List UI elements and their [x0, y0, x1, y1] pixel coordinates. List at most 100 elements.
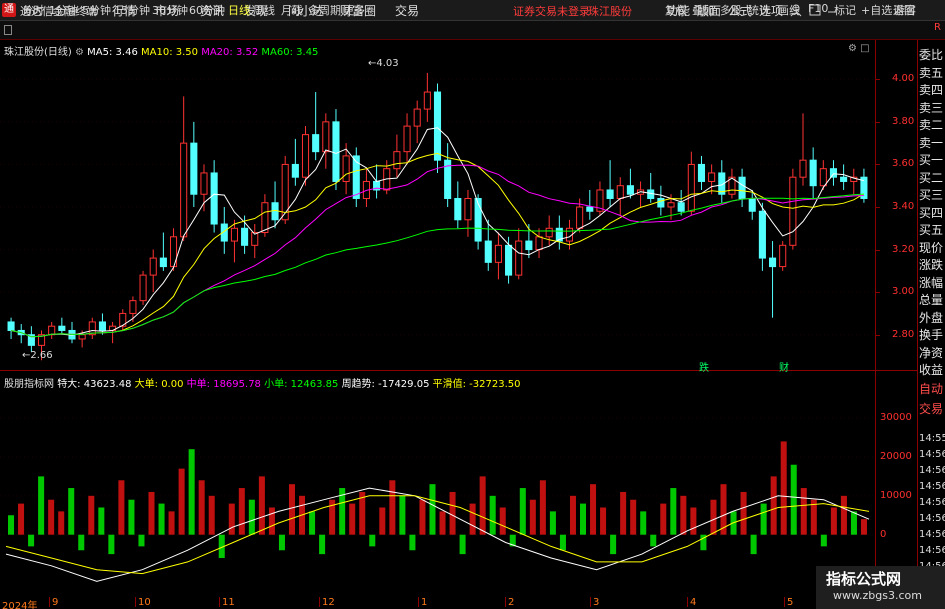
m-value: 中单: 18695.78	[186, 379, 261, 390]
volume-bar	[820, 534, 827, 547]
tab-monthly[interactable]: 月线	[281, 2, 303, 18]
date-label: 9	[52, 597, 59, 608]
quote-field: 卖二	[919, 118, 944, 132]
candle-body	[616, 185, 624, 199]
candle-body	[606, 189, 614, 199]
volume-bar	[258, 476, 265, 535]
volume-bar	[108, 534, 115, 555]
volume-bar	[349, 503, 356, 535]
quote-field: 买一	[919, 153, 944, 167]
volume-bar	[600, 507, 607, 535]
quote-field: 外盘	[919, 310, 944, 325]
quote-field[interactable]: 自动	[919, 380, 945, 397]
volume-bar	[620, 491, 627, 535]
tab-60min[interactable]: 60分钟	[189, 2, 225, 18]
mark-button[interactable]: 标记	[834, 2, 856, 18]
candle-body	[525, 240, 533, 251]
candle-body	[505, 244, 513, 276]
main-pane-icons: ⚙ □	[848, 43, 870, 54]
settings-icon[interactable]: ⚙	[848, 43, 857, 54]
candle-body	[291, 163, 299, 178]
volume-bar	[760, 503, 767, 535]
f10-button[interactable]: F10	[808, 2, 828, 15]
panel-r-icon[interactable]: R	[934, 22, 941, 33]
volume-bar	[539, 480, 546, 535]
tab-more[interactable]: 更多	[343, 2, 365, 18]
candle-body	[98, 321, 106, 331]
volume-bar	[850, 511, 857, 535]
overlay-button[interactable]: 叠加	[692, 2, 714, 18]
volume-bar	[529, 499, 536, 535]
price-tick-mark	[876, 164, 880, 166]
volume-bar	[319, 534, 326, 555]
candle-body	[535, 236, 543, 251]
quote-field: 14:55	[919, 433, 945, 444]
l-value: 大单: 0.00	[134, 379, 184, 390]
candle-body	[230, 227, 238, 242]
quote-field[interactable]: 交易	[919, 400, 945, 417]
multi-stock-button[interactable]: 多股	[720, 2, 742, 18]
quote-field: 14:56	[919, 497, 945, 508]
tab-multi-period[interactable]: 多周期	[308, 2, 341, 18]
date-tick-mark	[590, 597, 591, 607]
adjust-button[interactable]: 复权	[665, 2, 687, 18]
tab-5min[interactable]: 5分钟	[82, 2, 111, 18]
price-tick-mark	[876, 207, 880, 208]
candle-body	[301, 134, 310, 178]
indicator-name[interactable]: 股朋指标网	[4, 379, 54, 390]
tab-15min[interactable]: 15分钟	[114, 2, 150, 18]
volume-bar	[68, 488, 75, 535]
volume-bar	[479, 476, 486, 535]
xl-value: 特大: 43623.48	[57, 379, 132, 390]
login-status[interactable]: 证券交易未登录	[513, 3, 590, 19]
date-label: 5	[787, 597, 794, 608]
volume-bar	[499, 507, 506, 535]
candle-body	[332, 121, 340, 182]
volume-bar	[148, 491, 155, 535]
tab-weekly[interactable]: 周线	[253, 2, 275, 18]
quote-panel: 委比 卖五 卖四 卖三 卖二 卖一 买一 买二 买三 买四 买五 现价 涨跌 涨幅 总量 外盘 换手 净资 收益 自动…	[918, 40, 945, 609]
candle-body	[281, 163, 289, 221]
date-label: 4	[690, 597, 697, 608]
s-value: 小单: 12463.85	[264, 379, 339, 390]
tab-daily[interactable]: 日线	[228, 2, 250, 18]
candle-body	[748, 197, 756, 212]
volume-bar	[48, 499, 55, 535]
indicator-tick: 20000	[880, 450, 912, 462]
volume-bar	[549, 511, 556, 535]
candle-body	[708, 172, 716, 182]
volume-bar	[128, 499, 135, 535]
candle-body	[789, 176, 797, 246]
volume-bar	[268, 507, 275, 535]
volume-bar	[790, 464, 797, 535]
tab-timeshare[interactable]: 分时	[22, 2, 44, 18]
stats-button[interactable]: 统计	[748, 2, 770, 18]
draw-line-button[interactable]: 画线	[778, 2, 800, 18]
settings-icon[interactable]: ⚙	[75, 47, 84, 58]
volume-bar	[449, 491, 456, 535]
candle-body	[48, 325, 56, 336]
volume-bar	[8, 515, 15, 535]
back-button[interactable]: 返回	[893, 2, 915, 18]
candle-body	[758, 210, 766, 259]
indicator-chart[interactable]	[0, 371, 875, 597]
volume-bar	[228, 503, 235, 535]
tab-1min[interactable]: 1分钟	[49, 2, 78, 18]
price-tick-mark	[876, 292, 880, 294]
volume-bar	[389, 480, 396, 535]
menu-item-trade[interactable]: 交易	[395, 2, 419, 19]
maximize-icon[interactable]: □	[860, 43, 869, 54]
candle-body	[464, 197, 472, 221]
panel-toggle-icon[interactable]	[4, 25, 12, 35]
volume-bar	[690, 507, 697, 535]
candle-body	[779, 244, 787, 268]
tab-30min[interactable]: 30分钟	[152, 2, 188, 18]
volume-bar	[459, 534, 466, 555]
date-label: 3	[593, 597, 600, 608]
volume-bar	[630, 499, 637, 535]
smooth-value: 平滑值: -32723.50	[432, 379, 521, 390]
add-watchlist-button[interactable]: +自选	[861, 2, 892, 18]
stock-name[interactable]: 珠江股份(日线)	[4, 47, 72, 58]
candlestick-chart[interactable]	[0, 40, 875, 370]
volume-bar	[579, 503, 587, 535]
